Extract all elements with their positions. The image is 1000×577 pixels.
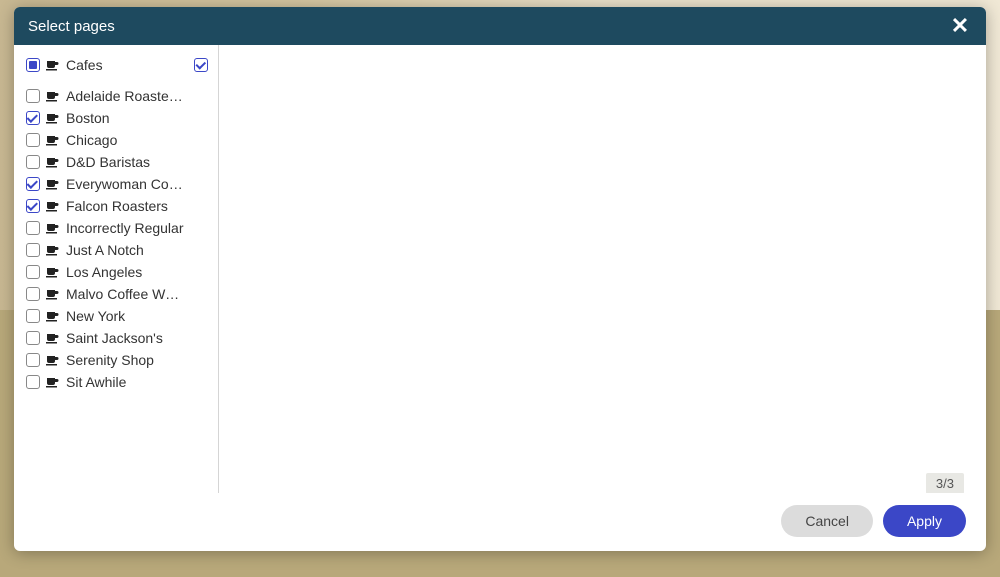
tree-item[interactable]: Everywoman Coffee... <box>14 173 218 195</box>
tree-parent-label: Cafes <box>66 57 103 73</box>
checkbox[interactable] <box>26 375 40 389</box>
modal-body: Cafes Adelaide Roastery ... Boston Chicago… <box>14 45 986 493</box>
checkbox[interactable] <box>26 177 40 191</box>
tree-item[interactable]: Serenity Shop <box>14 349 218 371</box>
expand-toggle[interactable] <box>194 58 208 72</box>
cancel-button[interactable]: Cancel <box>781 505 873 537</box>
checkbox[interactable] <box>26 243 40 257</box>
tree-item-label: Sit Awhile <box>66 374 126 390</box>
tree-item-label: Malvo Coffee Works <box>66 286 186 302</box>
cup-icon <box>46 156 60 168</box>
cup-icon <box>46 59 60 71</box>
tree-item[interactable]: Saint Jackson's <box>14 327 218 349</box>
cup-icon <box>46 200 60 212</box>
tree-item[interactable]: Just A Notch <box>14 239 218 261</box>
cup-icon <box>46 244 60 256</box>
tree-item[interactable]: Malvo Coffee Works <box>14 283 218 305</box>
checkbox[interactable] <box>26 199 40 213</box>
close-button[interactable]: ✕ <box>948 14 972 38</box>
tree-item-label: Incorrectly Regular <box>66 220 184 236</box>
checkbox[interactable] <box>26 287 40 301</box>
tree-item-label: Boston <box>66 110 110 126</box>
tree-item[interactable]: New York <box>14 305 218 327</box>
tree-item-label: Serenity Shop <box>66 352 154 368</box>
checkbox[interactable] <box>26 133 40 147</box>
tree-item-label: Los Angeles <box>66 264 142 280</box>
tree-item-label: Adelaide Roastery ... <box>66 88 186 104</box>
cup-icon <box>46 332 60 344</box>
cup-icon <box>46 90 60 102</box>
cup-icon <box>46 266 60 278</box>
tree-item-label: Just A Notch <box>66 242 144 258</box>
tree-item[interactable]: Los Angeles <box>14 261 218 283</box>
checkbox[interactable] <box>26 221 40 235</box>
checkbox[interactable] <box>26 111 40 125</box>
tree-panel: Cafes Adelaide Roastery ... Boston Chicago… <box>14 45 219 493</box>
tree-item-label: Falcon Roasters <box>66 198 168 214</box>
tree-item[interactable]: D&D Baristas <box>14 151 218 173</box>
tree-item[interactable]: Sit Awhile <box>14 371 218 393</box>
modal-footer: Cancel Apply <box>14 493 986 551</box>
tree-item-label: Chicago <box>66 132 117 148</box>
cup-icon <box>46 134 60 146</box>
tree-item[interactable]: Falcon Roasters <box>14 195 218 217</box>
modal-header: Select pages ✕ <box>14 7 986 45</box>
checkbox[interactable] <box>26 265 40 279</box>
checkbox[interactable] <box>26 353 40 367</box>
tree-item[interactable]: Incorrectly Regular <box>14 217 218 239</box>
apply-button[interactable]: Apply <box>883 505 966 537</box>
content-panel: 3/3 <box>219 45 986 493</box>
modal-title: Select pages <box>28 18 115 35</box>
cup-icon <box>46 288 60 300</box>
checkbox[interactable] <box>26 309 40 323</box>
tree-item-label: Everywoman Coffee... <box>66 176 186 192</box>
checkbox[interactable] <box>26 331 40 345</box>
cup-icon <box>46 112 60 124</box>
count-badge: 3/3 <box>926 473 964 493</box>
cup-icon <box>46 310 60 322</box>
tree-parent-cafes[interactable]: Cafes <box>14 53 218 77</box>
cup-icon <box>46 178 60 190</box>
close-icon: ✕ <box>951 15 969 37</box>
tree-item-label: Saint Jackson's <box>66 330 163 346</box>
tree-item-label: D&D Baristas <box>66 154 150 170</box>
tree-item-label: New York <box>66 308 125 324</box>
tree-item[interactable]: Boston <box>14 107 218 129</box>
tree-item[interactable]: Adelaide Roastery ... <box>14 85 218 107</box>
cup-icon <box>46 354 60 366</box>
checkbox[interactable] <box>26 155 40 169</box>
checkbox[interactable] <box>26 89 40 103</box>
checkbox-partial[interactable] <box>26 58 40 72</box>
tree-item[interactable]: Chicago <box>14 129 218 151</box>
cup-icon <box>46 376 60 388</box>
select-pages-modal: Select pages ✕ Cafes Adelaide Roastery .… <box>14 7 986 551</box>
cup-icon <box>46 222 60 234</box>
